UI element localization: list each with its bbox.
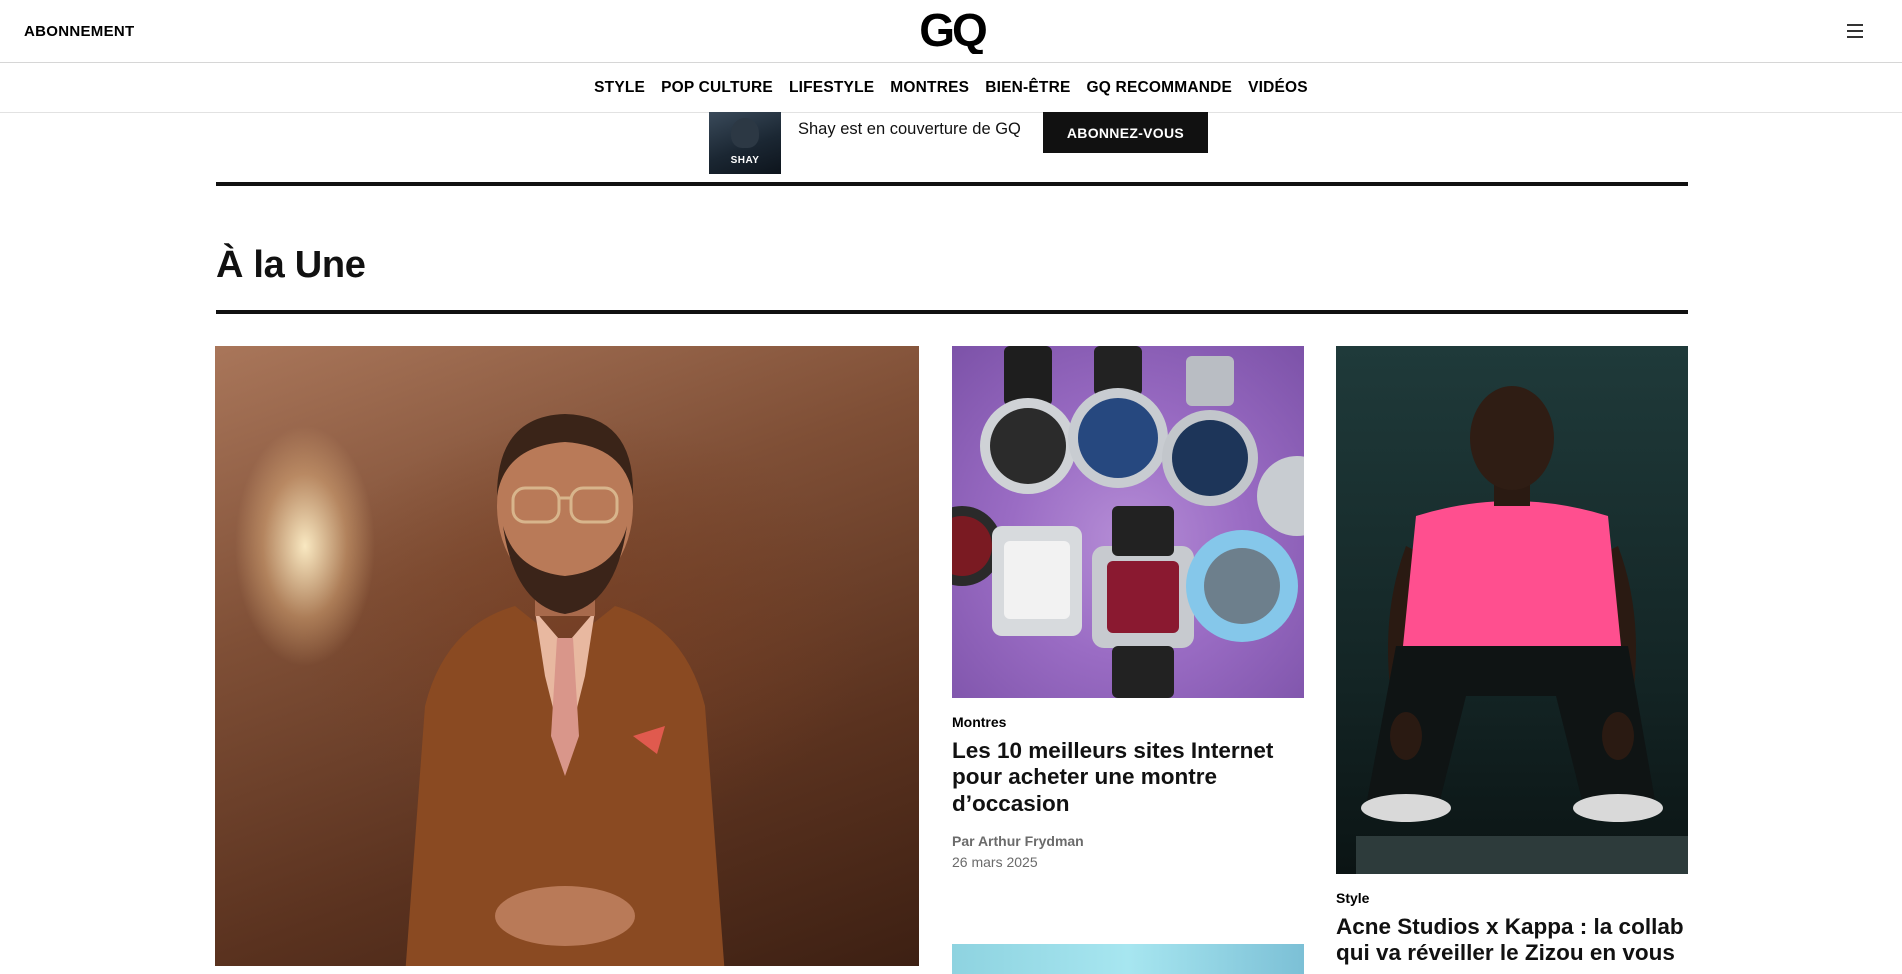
article-headline[interactable]: Les 10 meilleurs sites Internet pour ach… [952,738,1304,817]
article-headline[interactable]: Acne Studios x Kappa : la collab qui va … [1336,914,1688,967]
gq-logo[interactable]: GQ [913,9,991,54]
section-title: À la Une [216,244,366,286]
article-category[interactable]: Style [1336,890,1369,906]
nav-item-bien-etre[interactable]: BIEN-ÊTRE [985,79,1070,97]
subscribe-button[interactable]: ABONNEZ-VOUS [1042,112,1209,153]
watch-collection-icon [952,346,1304,698]
nav-item-lifestyle[interactable]: LIFESTYLE [789,79,874,97]
divider [216,182,1688,186]
menu-line [1847,36,1863,38]
nav-item-pop-culture[interactable]: POP CULTURE [661,79,773,97]
main-nav: STYLE POP CULTURE LIFESTYLE MONTRES BIEN… [0,63,1902,113]
next-article-image[interactable] [952,944,1304,974]
menu-line [1847,24,1863,26]
cover-label: SHAY [730,155,760,166]
subscription-link[interactable]: ABONNEMENT [24,23,135,40]
divider [216,310,1688,314]
article-date: 26 mars 2025 [952,854,1038,870]
hamburger-menu-icon[interactable] [1844,20,1866,42]
nav-item-montres[interactable]: MONTRES [890,79,969,97]
watches-article-image[interactable] [952,346,1304,698]
promo-text: Shay est en couverture de GQ [798,120,1021,138]
nav-item-style[interactable]: STYLE [594,79,645,97]
article-category[interactable]: Montres [952,714,1006,730]
portrait-figure-icon [405,414,725,966]
article-author[interactable]: Par Arthur Frydman [952,833,1084,849]
hero-article-image[interactable] [215,346,919,966]
site-header: ABONNEMENT GQ [0,0,1902,63]
model-figure-icon [1356,386,1688,874]
nav-item-gq-recommande[interactable]: GQ RECOMMANDE [1087,79,1233,97]
nav-item-videos[interactable]: VIDÉOS [1248,79,1308,97]
magazine-cover-thumbnail[interactable]: SHAY [709,112,781,174]
acne-kappa-article-image[interactable] [1336,346,1688,874]
menu-line [1847,30,1863,32]
subscription-promo: SHAY Shay est en couverture de GQ ABONNE… [709,112,1209,174]
svg-text:GQ: GQ [919,9,986,54]
